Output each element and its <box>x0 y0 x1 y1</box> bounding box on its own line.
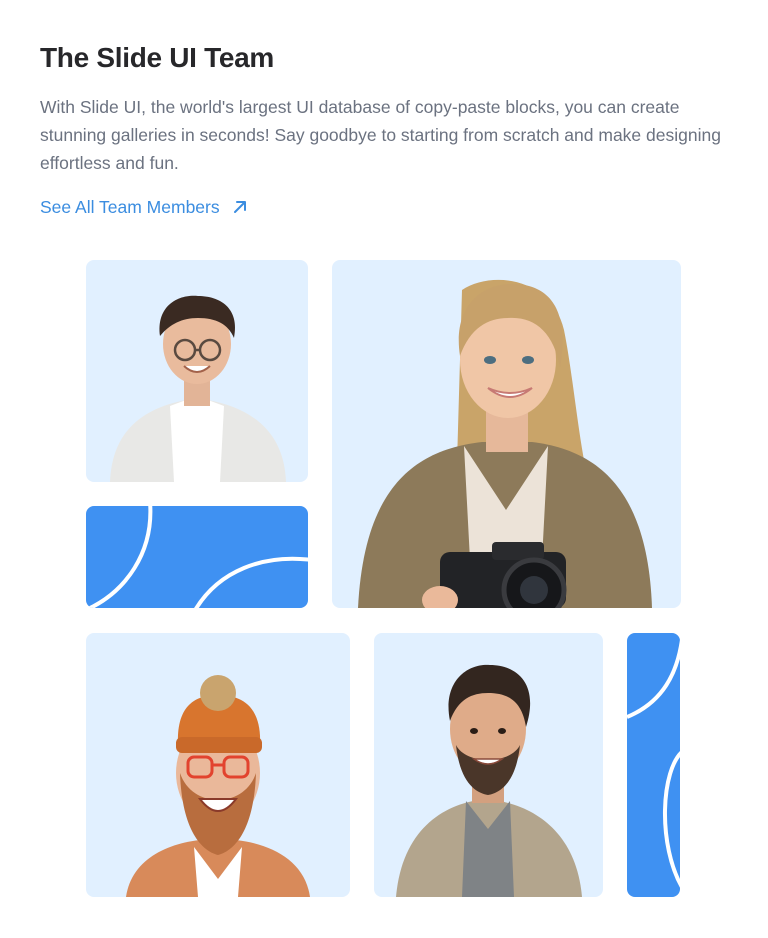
decorative-arc-tile <box>86 506 308 608</box>
page-title: The Slide UI Team <box>40 42 274 73</box>
decorative-arc-tile-narrow <box>627 633 680 897</box>
arrow-up-right-icon <box>232 199 248 215</box>
see-all-team-members-link[interactable]: See All Team Members <box>40 193 248 221</box>
team-photo-woman-camera <box>332 260 681 608</box>
link-label: See All Team Members <box>40 197 220 217</box>
team-photo-man-beanie <box>86 633 350 897</box>
team-photo-man-curly-hair <box>374 633 603 897</box>
page-description: With Slide UI, the world's largest UI da… <box>40 97 721 173</box>
team-photo-man-glasses <box>86 260 308 482</box>
